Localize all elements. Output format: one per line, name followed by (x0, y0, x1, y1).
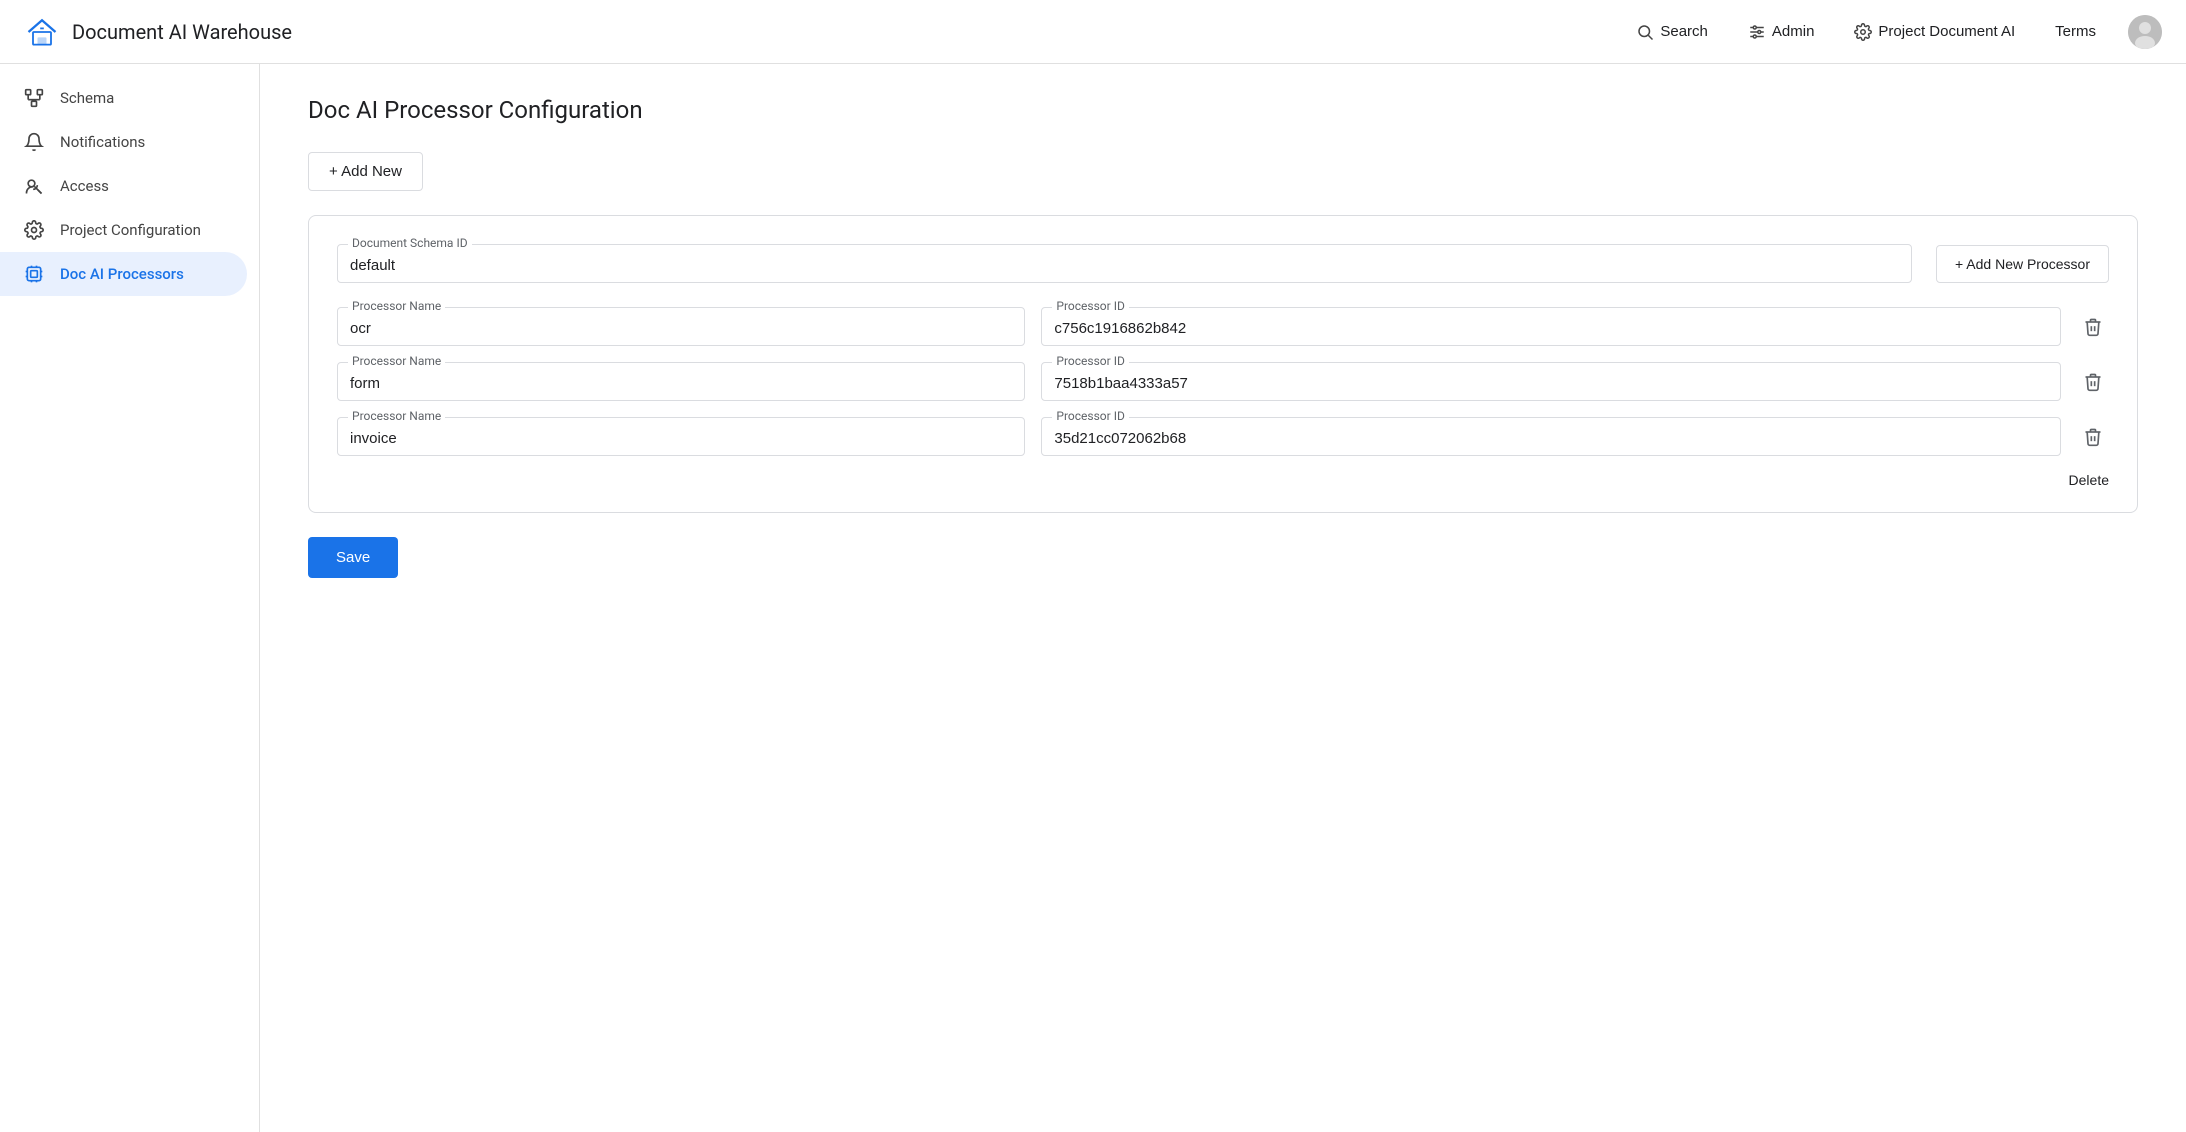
sidebar-item-access[interactable]: Access (0, 164, 247, 208)
processor-name-field-1: Processor Name (337, 362, 1025, 401)
delete-processor-button-1[interactable] (2077, 366, 2109, 398)
processor-name-input-2[interactable] (350, 426, 1012, 449)
card-footer: Delete (337, 472, 2109, 488)
document-schema-id-label: Document Schema ID (348, 236, 472, 250)
admin-icon (1748, 23, 1766, 41)
sidebar-item-label: Doc AI Processors (60, 265, 184, 283)
processor-id-input-0[interactable] (1054, 316, 2048, 339)
sidebar-item-doc-ai-processors[interactable]: Doc AI Processors (0, 252, 247, 296)
processor-name-input-0[interactable] (350, 316, 1012, 339)
avatar-image (2128, 15, 2162, 49)
processor-name-field-2: Processor Name (337, 417, 1025, 456)
main-content: Doc AI Processor Configuration + Add New… (260, 64, 2186, 1132)
sidebar-item-label: Notifications (60, 133, 145, 151)
gear-icon (1854, 23, 1872, 41)
add-new-button[interactable]: + Add New (308, 152, 423, 191)
processor-name-label-0: Processor Name (348, 299, 445, 313)
processor-name-label-2: Processor Name (348, 409, 445, 423)
trash-icon (2083, 372, 2103, 392)
topnav-actions: Search Admin Project Document AI Terms (1628, 15, 2162, 49)
processor-id-label-2: Processor ID (1052, 409, 1128, 423)
topnav: Document AI Warehouse Search Admin (0, 0, 2186, 64)
sidebar-item-schema[interactable]: Schema (0, 76, 247, 120)
sidebar-item-notifications[interactable]: Notifications (0, 120, 247, 164)
project-button[interactable]: Project Document AI (1846, 19, 2023, 45)
processor-id-input-2[interactable] (1054, 426, 2048, 449)
app-title: Document AI Warehouse (72, 20, 292, 44)
schema-icon (24, 88, 44, 108)
save-button[interactable]: Save (308, 537, 398, 578)
settings-icon (24, 220, 44, 240)
processor-rows: Processor Name Processor ID Processor Na… (337, 307, 2109, 456)
sidebar-item-label: Schema (60, 89, 114, 107)
sidebar-item-project-configuration[interactable]: Project Configuration (0, 208, 247, 252)
processor-card: Document Schema ID + Add New Processor P… (308, 215, 2138, 513)
search-label: Search (1660, 23, 1708, 40)
trash-icon (2083, 317, 2103, 337)
bell-icon (24, 132, 44, 152)
avatar[interactable] (2128, 15, 2162, 49)
admin-label: Admin (1772, 23, 1815, 40)
processor-id-field-1: Processor ID (1041, 362, 2061, 401)
trash-icon (2083, 427, 2103, 447)
delete-processor-button-0[interactable] (2077, 311, 2109, 343)
terms-button[interactable]: Terms (2047, 19, 2104, 44)
processor-name-label-1: Processor Name (348, 354, 445, 368)
terms-label: Terms (2055, 23, 2096, 40)
search-icon (1636, 23, 1654, 41)
processor-id-field-2: Processor ID (1041, 417, 2061, 456)
layout: Schema Notifications Access (0, 64, 2186, 1132)
processor-id-label-1: Processor ID (1052, 354, 1128, 368)
processor-row: Processor Name Processor ID (337, 362, 2109, 401)
project-label: Project Document AI (1878, 23, 2015, 40)
document-schema-id-field: Document Schema ID (337, 244, 1912, 283)
add-new-processor-button[interactable]: + Add New Processor (1936, 245, 2109, 283)
processor-row: Processor Name Processor ID (337, 417, 2109, 456)
page-title: Doc AI Processor Configuration (308, 96, 2138, 124)
admin-button[interactable]: Admin (1740, 19, 1823, 45)
processor-row: Processor Name Processor ID (337, 307, 2109, 346)
document-schema-id-input[interactable] (350, 253, 1899, 276)
schema-row: Document Schema ID + Add New Processor (337, 244, 2109, 283)
access-icon (24, 176, 44, 196)
processor-name-input-1[interactable] (350, 371, 1012, 394)
delete-processor-button-2[interactable] (2077, 421, 2109, 453)
delete-button[interactable]: Delete (2069, 472, 2109, 488)
processors-icon (24, 264, 44, 284)
sidebar-item-label: Project Configuration (60, 221, 201, 239)
app-logo-icon (24, 14, 60, 50)
sidebar-item-label: Access (60, 177, 109, 195)
search-button[interactable]: Search (1628, 19, 1716, 45)
processor-id-input-1[interactable] (1054, 371, 2048, 394)
sidebar: Schema Notifications Access (0, 64, 260, 1132)
processor-name-field-0: Processor Name (337, 307, 1025, 346)
processor-id-label-0: Processor ID (1052, 299, 1128, 313)
processor-id-field-0: Processor ID (1041, 307, 2061, 346)
app-logo: Document AI Warehouse (24, 14, 292, 50)
